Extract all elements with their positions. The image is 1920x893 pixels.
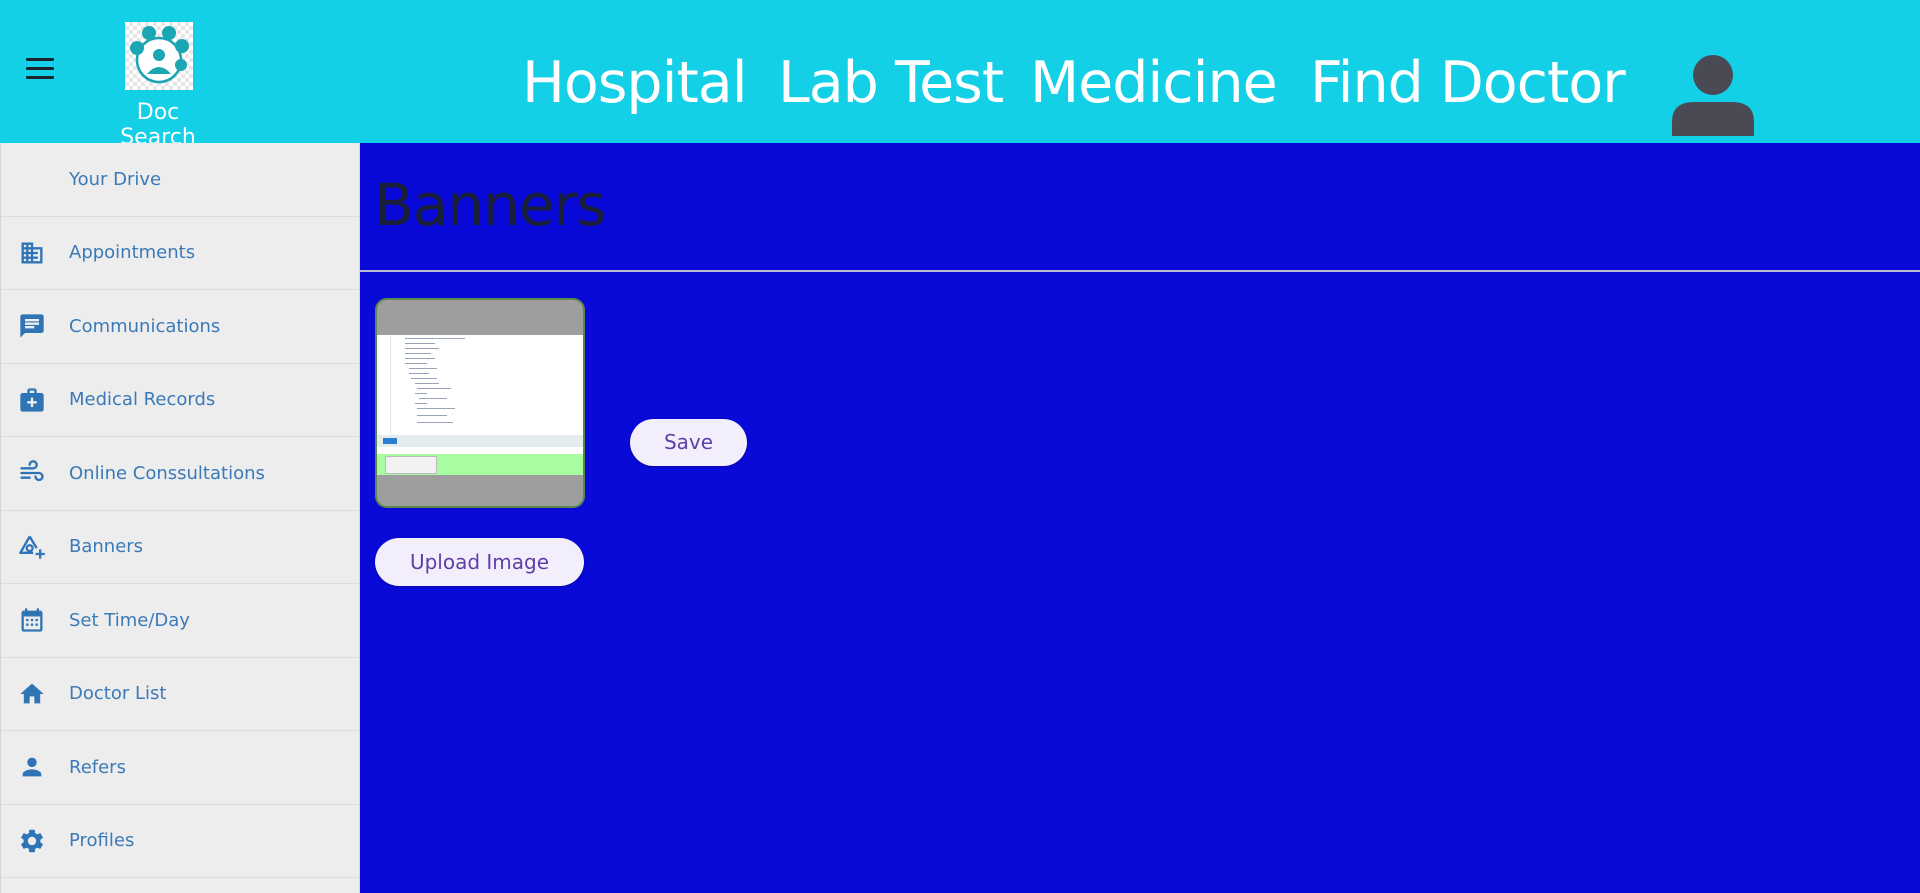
- nav-lab-test[interactable]: Lab Test: [778, 48, 1004, 118]
- sidebar-item-banners[interactable]: Banners: [1, 511, 359, 584]
- title-divider: [360, 270, 1920, 272]
- app-header: Doc Search Hospital Lab Test Medicine Fi…: [0, 0, 1920, 150]
- sidebar-item-label: Medical Records: [69, 389, 216, 411]
- nav-find-doctor[interactable]: Find Doctor: [1310, 48, 1626, 118]
- user-avatar-icon[interactable]: [1672, 54, 1754, 136]
- sidebar-item-doctor-list[interactable]: Doctor List: [1, 658, 359, 731]
- sidebar: Your Drive Appointments Communications M…: [0, 143, 360, 893]
- sidebar-item-refers[interactable]: Refers: [1, 731, 359, 805]
- nav-hospital[interactable]: Hospital: [522, 48, 748, 118]
- sidebar-item-set-time-day[interactable]: Set Time/Day: [1, 584, 359, 658]
- nav-medicine[interactable]: Medicine: [1030, 48, 1278, 118]
- sidebar-item-label: Your Drive: [69, 168, 162, 190]
- page-title: Banners: [374, 171, 607, 239]
- chat-icon: [18, 312, 46, 340]
- sidebar-item-communications[interactable]: Communications: [1, 290, 359, 364]
- sidebar-item-label: Set Time/Day: [69, 609, 190, 631]
- main-content: Banners Save Upload Image: [360, 143, 1920, 893]
- save-button[interactable]: Save: [630, 419, 747, 466]
- calendar-icon: [18, 606, 46, 634]
- gear-icon: [18, 827, 46, 855]
- medical-kit-icon: [18, 386, 46, 414]
- sidebar-item-label: Appointments: [69, 242, 196, 264]
- sidebar-item-your-drive[interactable]: Your Drive: [1, 143, 359, 217]
- sidebar-item-label: Refers: [69, 756, 126, 778]
- wind-icon: [18, 459, 46, 487]
- sidebar-item-appointments[interactable]: Appointments: [1, 217, 359, 290]
- doc-search-logo[interactable]: [125, 22, 193, 90]
- sidebar-item-online-consultations[interactable]: Online Conssultations: [1, 437, 359, 511]
- banner-screenshot-thumbnail: [377, 335, 583, 475]
- shapes-add-icon: [18, 533, 46, 561]
- home-icon: [18, 680, 46, 708]
- banner-image-preview[interactable]: [375, 298, 585, 508]
- sidebar-item-label: Banners: [69, 536, 144, 558]
- upload-image-button[interactable]: Upload Image: [375, 538, 584, 586]
- sidebar-item-label: Communications: [69, 315, 221, 337]
- sidebar-item-label: Profiles: [69, 830, 135, 852]
- person-icon: [18, 753, 46, 781]
- sidebar-item-label: Online Conssultations: [69, 462, 265, 484]
- building-icon: [18, 239, 46, 267]
- sidebar-item-profiles[interactable]: Profiles: [1, 805, 359, 878]
- sidebar-item-medical-records[interactable]: Medical Records: [1, 364, 359, 437]
- sidebar-item-label: Doctor List: [69, 683, 167, 705]
- hamburger-menu-icon[interactable]: [26, 58, 58, 82]
